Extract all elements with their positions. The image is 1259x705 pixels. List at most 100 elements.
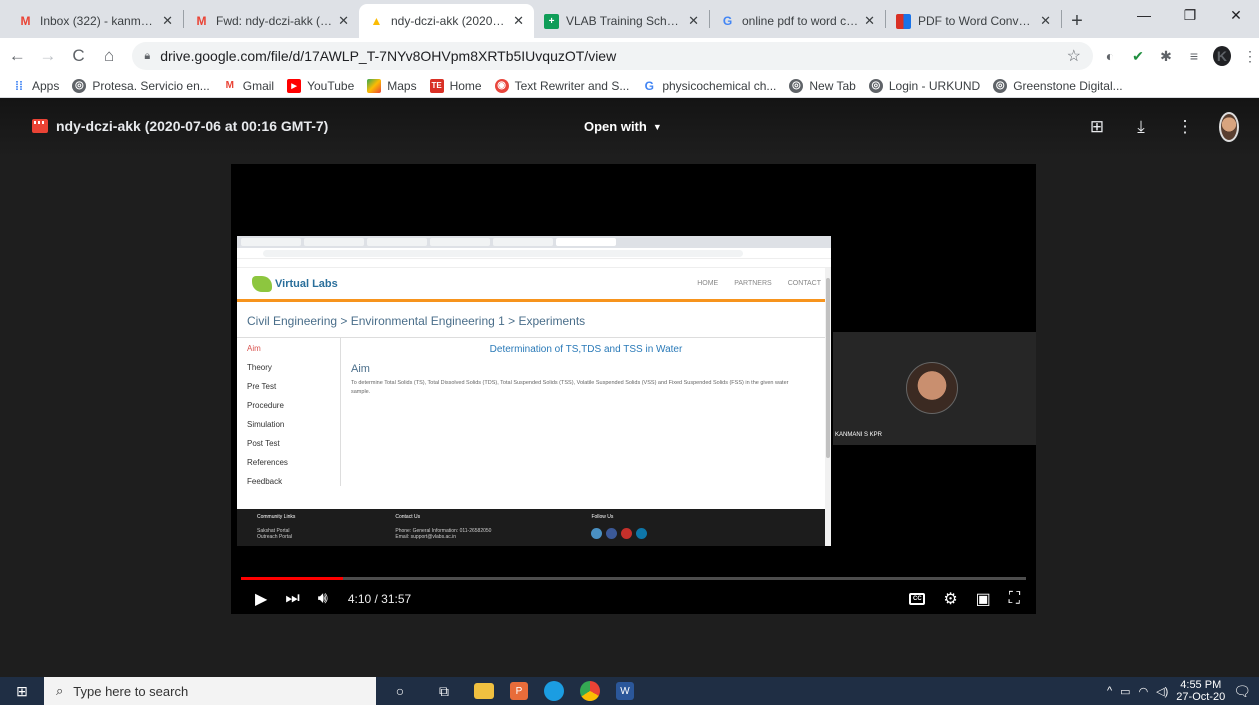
back-icon[interactable]: ←	[4, 42, 31, 70]
vlab-header: Virtual Labs HOME PARTNERS CONTACT	[237, 268, 831, 302]
bookmark-maps[interactable]: Maps	[367, 78, 417, 93]
fullscreen-icon[interactable]: ⛶	[1009, 590, 1020, 608]
tab-inbox[interactable]: M Inbox (322) - kanmanisr ✕	[8, 4, 183, 38]
globe-icon: ◎	[993, 78, 1008, 93]
bookmark-physicochemical[interactable]: Gphysicochemical ch...	[642, 78, 777, 93]
chevron-up-icon[interactable]: ^	[1107, 685, 1112, 697]
bookmark-urkund[interactable]: ◎ Login - URKUND	[868, 78, 981, 93]
task-view-icon[interactable]: ⧉	[430, 680, 458, 702]
vlab-nav: HOME PARTNERS CONTACT	[697, 280, 821, 287]
more-options-icon[interactable]: ⋮	[1175, 117, 1195, 137]
home-icon[interactable]: ⌂	[96, 42, 123, 70]
video-player[interactable]: Virtual Labs HOME PARTNERS CONTACT Civil…	[231, 164, 1036, 614]
restore-icon[interactable]: ❐	[1167, 0, 1213, 30]
close-icon[interactable]: ✕	[513, 13, 524, 29]
edge-icon[interactable]	[544, 681, 564, 701]
clock[interactable]: 4:55 PM 27-Oct-20	[1176, 679, 1225, 703]
participant-name: KANMANI S KPR	[835, 432, 883, 438]
close-window-icon[interactable]: ✕	[1213, 0, 1259, 30]
globe-icon: ◎	[789, 78, 804, 93]
tab-pdf-converter[interactable]: PDF to Word Converter ✕	[886, 4, 1061, 38]
download-icon[interactable]: ⤓	[1131, 117, 1151, 137]
recorded-browser-window: Virtual Labs HOME PARTNERS CONTACT Civil…	[237, 236, 831, 546]
google-icon: G	[644, 78, 654, 93]
chrome-icon[interactable]	[580, 681, 600, 701]
add-to-drive-icon[interactable]: ⊞	[1087, 117, 1107, 137]
gmail-icon: M	[196, 14, 207, 28]
bookmark-greenstone[interactable]: ◎ Greenstone Digital...	[993, 78, 1123, 93]
search-placeholder: Type here to search	[73, 683, 189, 699]
vlab-body: Aim Theory Pre Test Procedure Simulation…	[237, 338, 831, 486]
globe-icon: ◎	[868, 78, 883, 93]
bookmark-apps[interactable]: ⁞⁞ Apps	[12, 79, 59, 93]
address-bar[interactable]: 🔒︎ drive.google.com/file/d/17AWLP_T-7NYv…	[132, 42, 1093, 70]
bookmark-home[interactable]: TE Home	[429, 78, 482, 93]
account-avatar[interactable]	[1219, 112, 1239, 142]
bookmark-protesa[interactable]: ◎ Protesa. Servicio en...	[72, 78, 210, 93]
tab-title: online pdf to word conv	[742, 14, 859, 28]
bookmark-label: Login - URKUND	[888, 78, 981, 93]
open-with-button[interactable]: Open with ▼	[584, 119, 662, 134]
recorded-tab	[430, 238, 490, 246]
lock-icon[interactable]: 🔒︎	[144, 50, 150, 63]
forward-icon[interactable]: →	[35, 42, 62, 70]
bookmark-gmail[interactable]: M Gmail	[223, 79, 275, 93]
tab-google-search[interactable]: G online pdf to word conv ✕	[710, 4, 885, 38]
vlab-sidebar: Aim Theory Pre Test Procedure Simulation…	[237, 338, 341, 486]
battery-icon[interactable]: ▭	[1120, 685, 1130, 698]
tab-fwd[interactable]: M Fwd: ndy-dczi-akk (2020 ✕	[184, 4, 359, 38]
te-icon: TE	[429, 78, 444, 93]
windows-start-icon[interactable]: ⊞	[0, 677, 44, 705]
close-icon[interactable]: ✕	[688, 13, 699, 29]
reading-list-icon[interactable]: ≡	[1185, 48, 1203, 64]
file-explorer-icon[interactable]	[474, 683, 494, 699]
tab-vlab[interactable]: + VLAB Training Schedule ✕	[534, 4, 709, 38]
tab-drive[interactable]: ▲ ndy-dczi-akk (2020-07- ✕	[359, 4, 534, 38]
bookmark-label: Home	[449, 78, 482, 93]
file-title-text: ndy-dczi-akk (2020-07-06 at 00:16 GMT-7)	[56, 118, 329, 134]
youtube-icon	[621, 528, 633, 539]
bookmark-new-tab[interactable]: ◎ New Tab	[789, 78, 856, 93]
bookmark-youtube[interactable]: ▶ YouTube	[287, 78, 354, 93]
caret-down-icon: ▼	[652, 121, 662, 132]
url-text[interactable]: drive.google.com/file/d/17AWLP_T-7NYv8OH…	[160, 48, 616, 64]
bookmark-text-rewriter[interactable]: ◉ Text Rewriter and S...	[494, 78, 630, 93]
word-icon[interactable]: W	[616, 682, 634, 700]
minimize-icon[interactable]: —	[1121, 0, 1167, 30]
next-icon[interactable]: ⏭︎	[285, 590, 299, 608]
menu-dots-icon[interactable]: ⋮	[1241, 48, 1259, 65]
play-icon[interactable]: ▶	[255, 589, 267, 609]
window-controls: — ❐ ✕	[1121, 0, 1259, 30]
new-tab-button[interactable]: +	[1062, 4, 1092, 38]
bookmark-star-icon[interactable]: ☆	[1067, 46, 1081, 66]
facebook-icon	[606, 528, 618, 539]
checkmark-extension-icon[interactable]: ✔	[1129, 48, 1147, 65]
close-icon[interactable]: ✕	[338, 13, 349, 29]
taskbar-search[interactable]: ⌕ Type here to search	[44, 677, 376, 705]
tab-title: Fwd: ndy-dczi-akk (2020	[216, 14, 332, 28]
tab-title: ndy-dczi-akk (2020-07-	[391, 14, 508, 28]
captions-icon[interactable]: CC	[909, 593, 926, 605]
footer-heading: Contact Us	[395, 514, 421, 520]
clock-time: 4:55 PM	[1180, 679, 1222, 691]
profile-avatar[interactable]: K	[1212, 46, 1231, 66]
wifi-icon[interactable]: ◠	[1139, 685, 1149, 698]
close-icon[interactable]: ✕	[1040, 13, 1051, 29]
reload-icon[interactable]: C	[65, 42, 92, 70]
miniplayer-icon[interactable]: ▣	[976, 589, 991, 609]
close-icon[interactable]: ✕	[162, 13, 173, 29]
speaker-icon[interactable]: ◁)	[1156, 685, 1168, 698]
progress-bar[interactable]	[241, 577, 1026, 580]
notifications-icon[interactable]: 🗨︎	[1233, 683, 1251, 700]
close-icon[interactable]: ✕	[864, 13, 875, 29]
puzzle-icon[interactable]: ✱	[1157, 48, 1175, 65]
volume-icon[interactable]: 🔊︎	[318, 590, 328, 608]
settings-gear-icon[interactable]: ⚙	[943, 589, 957, 609]
app-icon[interactable]: P	[510, 682, 528, 700]
extension-icon[interactable]: ◐	[1101, 48, 1119, 64]
bookmark-label: Text Rewriter and S...	[514, 78, 630, 93]
vlab-breadcrumb: Civil Engineering > Environmental Engine…	[237, 302, 831, 338]
bookmark-label: Maps	[387, 78, 417, 93]
cortana-icon[interactable]: ○	[386, 680, 414, 702]
rewriter-icon: ◉	[494, 78, 509, 93]
